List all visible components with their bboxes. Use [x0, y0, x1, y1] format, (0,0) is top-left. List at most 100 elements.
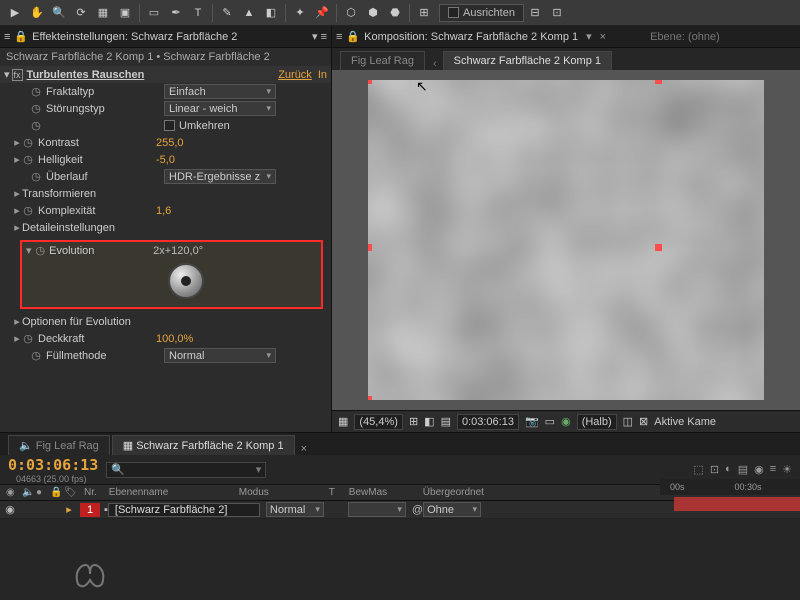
layer-number[interactable]: 1	[80, 503, 100, 517]
timecode[interactable]: 0:03:06:13	[8, 456, 98, 474]
lock-icon[interactable]: 🔒	[346, 30, 360, 43]
lock-icon[interactable]: 🔒	[14, 30, 28, 43]
solo-col-icon[interactable]: ●	[30, 487, 44, 498]
mode-dropdown[interactable]: Normal▾	[266, 502, 324, 517]
snapshot-icon[interactable]: 📷	[525, 415, 539, 428]
text-tool-icon[interactable]: T	[187, 2, 209, 24]
comp-dropdown-icon[interactable]: ▾	[586, 30, 592, 43]
twisty-icon[interactable]: ▸	[12, 204, 22, 217]
current-time[interactable]: 0:03:06:13	[457, 414, 519, 430]
panel-dropdown-icon[interactable]: ▾ ≡	[312, 30, 327, 43]
pen-tool-icon[interactable]: ✒	[165, 2, 187, 24]
graph-icon[interactable]: ▤	[738, 463, 748, 476]
frame-blend-icon[interactable]: ⊡	[710, 463, 719, 476]
view-axis-icon[interactable]: ⬣	[384, 2, 406, 24]
time-ruler[interactable]: 00s 00:30s	[660, 479, 800, 495]
twisty-icon[interactable]: ▸	[12, 187, 22, 200]
snap-icon[interactable]: ⊞	[413, 2, 435, 24]
stopwatch-icon[interactable]: ◷	[36, 244, 46, 257]
shy-icon[interactable]: ⬚	[693, 463, 703, 476]
evolution-value[interactable]: 2x+120,0°	[153, 245, 203, 257]
snap-toggle[interactable]: Ausrichten	[439, 4, 524, 22]
tl-close-icon[interactable]: ×	[297, 443, 311, 455]
tl-tab-figleaf[interactable]: 🔈 Fig Leaf Rag	[8, 435, 110, 455]
search-dropdown-icon[interactable]: ▾	[256, 463, 262, 476]
stopwatch-icon[interactable]: ◷	[30, 349, 42, 362]
colormgmt-icon[interactable]: ◉	[561, 415, 571, 428]
panel-menu-icon[interactable]: ≡	[336, 31, 342, 43]
motion-blur-icon[interactable]: ◐	[725, 463, 732, 476]
twisty-icon[interactable]: ▸	[12, 315, 22, 328]
switches-icon[interactable]: ≡	[770, 463, 776, 476]
twisty-icon[interactable]: ▸	[12, 136, 22, 149]
3d-icon[interactable]: ⊠	[639, 415, 648, 428]
stopwatch-icon[interactable]: ◷	[22, 332, 34, 345]
helligkeit-value[interactable]: -5,0	[156, 154, 175, 166]
close-icon[interactable]: ×	[600, 31, 606, 43]
parent-pickwhip-icon[interactable]: @	[412, 504, 423, 516]
mask-icon[interactable]: ▤	[441, 415, 451, 428]
bbox-handle[interactable]	[655, 80, 662, 84]
resolution-value[interactable]: (Halb)	[577, 414, 617, 430]
anchor-tool-icon[interactable]: ▣	[114, 2, 136, 24]
camera-tool-icon[interactable]: ▦	[92, 2, 114, 24]
res-chooser-icon[interactable]: ⊞	[409, 415, 418, 428]
effect-reset-link[interactable]: Zurück	[278, 69, 312, 81]
lock-col-icon[interactable]: 🔒	[44, 487, 58, 498]
rotate-tool-icon[interactable]: ⟳	[70, 2, 92, 24]
tab-figleaf[interactable]: Fig Leaf Rag	[340, 51, 425, 70]
region-icon[interactable]: ▭	[545, 415, 555, 428]
sun-icon[interactable]: ☀	[782, 463, 792, 476]
effect-info-link[interactable]: In	[318, 69, 327, 81]
visibility-toggle[interactable]: ◉	[0, 503, 20, 516]
hand-tool-icon[interactable]: ✋	[26, 2, 48, 24]
rect-tool-icon[interactable]: ▭	[143, 2, 165, 24]
bbox-handle[interactable]	[368, 80, 372, 84]
trkmat-dropdown[interactable]: ▾	[348, 502, 406, 517]
grid-icon[interactable]: ▦	[338, 415, 348, 428]
tl-tab-active[interactable]: ▦ Schwarz Farbfläche 2 Komp 1	[112, 435, 295, 455]
expand-icon[interactable]: ⊡	[546, 2, 568, 24]
fraktaltyp-dropdown[interactable]: Einfach▾	[164, 84, 276, 99]
stopwatch-icon[interactable]: ◷	[22, 136, 34, 149]
stopwatch-icon[interactable]: ◷	[22, 153, 34, 166]
effect-name[interactable]: Turbulentes Rauschen	[27, 69, 145, 81]
stoerungstyp-dropdown[interactable]: Linear - weich▾	[164, 101, 276, 116]
eraser-tool-icon[interactable]: ◧	[260, 2, 282, 24]
snap-checkbox[interactable]	[448, 7, 459, 18]
puppet-tool-icon[interactable]: ✦	[289, 2, 311, 24]
twisty-icon[interactable]: ▾	[26, 244, 32, 257]
zoom-tool-icon[interactable]: 🔍	[48, 2, 70, 24]
twisty-icon[interactable]: ▸	[12, 332, 22, 345]
camera-label[interactable]: Aktive Kame	[654, 416, 716, 428]
stopwatch-icon[interactable]: ◷	[30, 102, 42, 115]
zoom-value[interactable]: (45,4%)	[354, 414, 403, 430]
deckkraft-value[interactable]: 100,0%	[156, 333, 193, 345]
layer-bar[interactable]	[674, 497, 800, 511]
stopwatch-icon[interactable]: ◷	[30, 119, 42, 132]
umkehren-checkbox[interactable]	[164, 120, 175, 131]
toggle-icon[interactable]: ◫	[623, 415, 633, 428]
stopwatch-icon[interactable]: ◷	[30, 85, 42, 98]
fuellmethode-dropdown[interactable]: Normal▾	[164, 348, 276, 363]
channel-icon[interactable]: ◧	[424, 415, 434, 428]
stopwatch-icon[interactable]: ◷	[22, 204, 34, 217]
ueberlauf-dropdown[interactable]: HDR-Ergebnisse z▾	[164, 169, 276, 184]
stamp-tool-icon[interactable]: ▲	[238, 2, 260, 24]
komplexitaet-value[interactable]: 1,6	[156, 205, 171, 217]
brush-tool-icon[interactable]: ✎	[216, 2, 238, 24]
viewer[interactable]	[332, 70, 800, 410]
bbox-handle[interactable]	[368, 396, 372, 400]
timeline-search[interactable]: 🔍 ▾	[106, 462, 266, 478]
parent-dropdown[interactable]: Ohne▾	[423, 502, 481, 517]
pin-tool-icon[interactable]: 📌	[311, 2, 333, 24]
layer-name[interactable]: [Schwarz Farbfläche 2]	[108, 503, 260, 517]
tab-active-comp[interactable]: Schwarz Farbfläche 2 Komp 1	[443, 51, 612, 70]
collapse-icon[interactable]: ⊟	[524, 2, 546, 24]
brain-icon[interactable]: ◉	[754, 463, 764, 476]
world-axis-icon[interactable]: ⬢	[362, 2, 384, 24]
tab-nav-icon[interactable]: ‹	[427, 58, 443, 70]
twisty-icon[interactable]: ▾	[4, 68, 10, 81]
twisty-icon[interactable]: ▸	[62, 503, 76, 516]
panel-menu-icon[interactable]: ≡	[4, 31, 10, 43]
